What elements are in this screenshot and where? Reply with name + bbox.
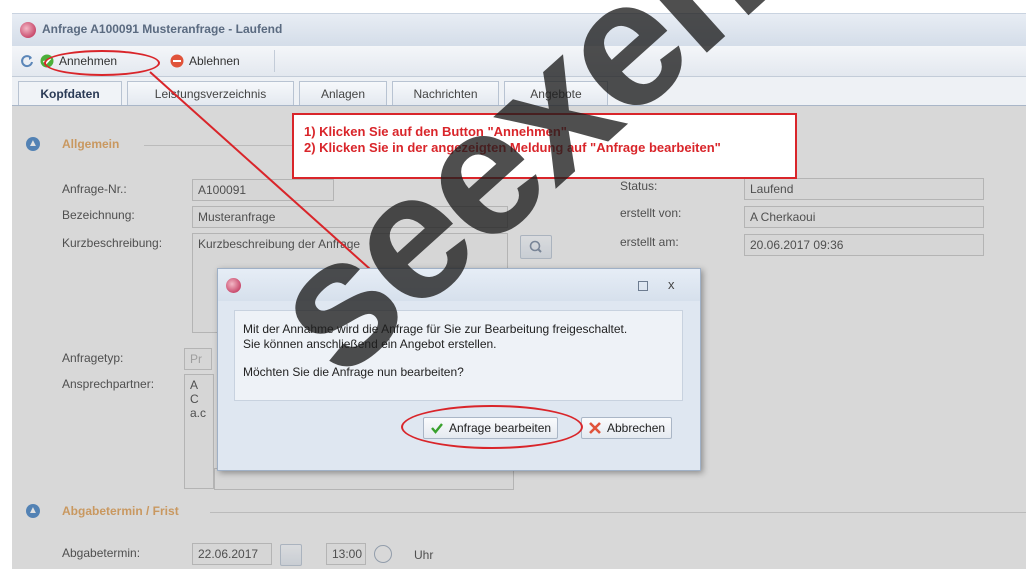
cancel-button[interactable]: Abbrechen: [581, 417, 673, 439]
cross-icon: [589, 422, 601, 434]
highlight-oval-confirm: [401, 405, 583, 449]
close-icon[interactable]: x: [668, 277, 675, 292]
dialog-message-line2: Sie können anschließend ein Angebot erst…: [243, 337, 497, 351]
dialog-titlebar: x: [218, 269, 700, 301]
dialog-question: Möchten Sie die Anfrage nun bearbeiten?: [243, 365, 464, 379]
cancel-button-label: Abbrechen: [607, 421, 666, 435]
dialog-message-line1: Mit der Annahme wird die Anfrage für Sie…: [243, 322, 628, 336]
dialog-app-icon: [226, 278, 241, 293]
dialog-message: Mit der Annahme wird die Anfrage für Sie…: [234, 310, 683, 401]
restore-icon[interactable]: [638, 281, 648, 291]
